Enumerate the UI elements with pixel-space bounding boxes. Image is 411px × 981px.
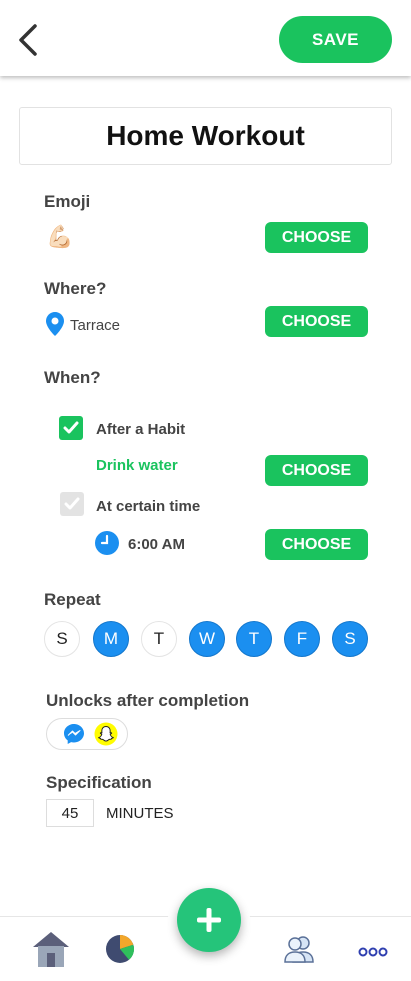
when-label: When?	[44, 368, 101, 387]
day-toggle[interactable]: W	[189, 621, 225, 657]
messenger-icon	[64, 724, 84, 744]
certain-time-checkbox[interactable]	[60, 492, 84, 516]
clock-icon	[95, 531, 119, 555]
selected-habit: Drink water	[96, 457, 178, 474]
after-habit-checkbox[interactable]	[59, 416, 83, 440]
where-label: Where?	[44, 279, 107, 298]
choose-time-button[interactable]: CHOOSE	[265, 529, 368, 560]
snapchat-icon	[94, 722, 118, 746]
specification-label: Specification	[46, 773, 152, 792]
day-toggle[interactable]: T	[236, 621, 272, 657]
day-toggle[interactable]: T	[141, 621, 177, 657]
after-habit-label: After a Habit	[96, 421, 186, 438]
pie-chart-icon[interactable]	[104, 933, 136, 965]
day-toggle[interactable]: S	[44, 621, 80, 657]
unlocks-label: Unlocks after completion	[46, 691, 250, 710]
choose-place-button[interactable]: CHOOSE	[265, 306, 368, 337]
chevron-left-icon	[19, 24, 37, 56]
more-icon[interactable]	[358, 946, 388, 958]
home-icon[interactable]	[31, 930, 71, 968]
flexed-biceps-emoji: 💪🏻	[46, 224, 74, 249]
choose-emoji-button[interactable]: CHOOSE	[265, 222, 368, 253]
repeat-label: Repeat	[44, 590, 101, 609]
habit-title-field[interactable]: Home Workout	[19, 107, 392, 165]
time-value: 6:00 AM	[128, 536, 185, 553]
app-header: SAVE	[0, 0, 411, 76]
users-icon[interactable]	[283, 934, 315, 964]
day-toggle[interactable]: F	[284, 621, 320, 657]
day-toggle[interactable]: M	[93, 621, 129, 657]
location-pin-icon	[46, 312, 64, 336]
add-button[interactable]	[177, 888, 241, 952]
place-value: Tarrace	[70, 317, 121, 334]
checkmark-icon	[63, 421, 79, 434]
checkmark-icon	[64, 497, 80, 510]
emoji-label: Emoji	[44, 192, 91, 211]
add-icon	[197, 908, 221, 932]
save-button[interactable]: SAVE	[279, 16, 392, 63]
duration-unit: MINUTES	[106, 805, 174, 822]
certain-time-label: At certain time	[96, 498, 201, 515]
day-toggle[interactable]: S	[332, 621, 368, 657]
duration-input[interactable]: 45	[46, 799, 94, 827]
choose-habit-button[interactable]: CHOOSE	[265, 455, 368, 486]
back-button[interactable]	[12, 22, 44, 58]
